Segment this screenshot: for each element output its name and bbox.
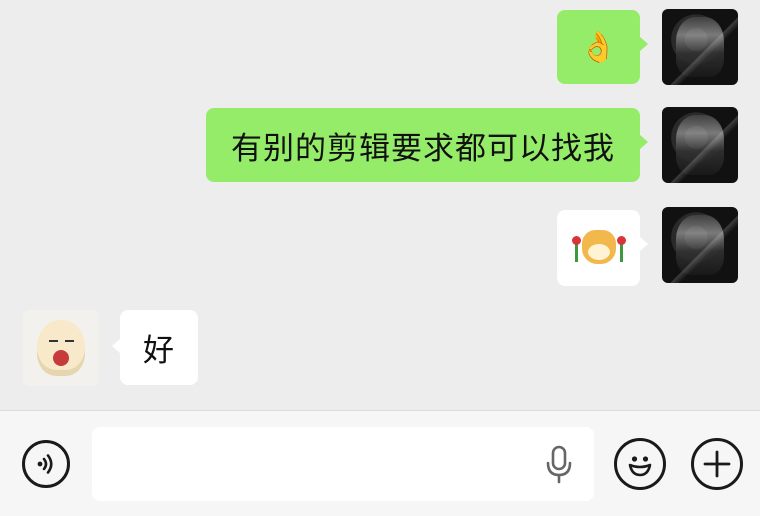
message-bubble-outgoing[interactable]: 👌 [557, 10, 648, 84]
message-text: 好 [143, 333, 175, 369]
emoji-button[interactable] [614, 438, 666, 490]
plus-icon [703, 450, 731, 478]
doge-roses-sticker [571, 228, 626, 268]
microphone-button[interactable] [544, 445, 574, 485]
message-input[interactable] [92, 427, 594, 501]
message-bubble-outgoing[interactable]: 有别的剪辑要求都可以找我 [206, 108, 648, 182]
message-sticker-outgoing[interactable] [557, 210, 648, 286]
contact-avatar[interactable] [23, 310, 99, 386]
microphone-icon [546, 445, 572, 484]
message-text: 有别的剪辑要求都可以找我 [231, 130, 615, 167]
more-options-button[interactable] [691, 438, 743, 490]
input-toolbar [0, 410, 760, 516]
my-avatar[interactable] [662, 207, 738, 283]
ok-hand-emoji: 👌 [579, 29, 618, 65]
message-bubble-incoming[interactable]: 好 [112, 310, 198, 385]
voice-toggle-icon [37, 454, 53, 474]
chat-message-list[interactable]: 👌 有别的剪辑要求都可以找我 好 [0, 0, 760, 410]
my-avatar[interactable] [662, 107, 738, 183]
voice-toggle-button[interactable] [22, 440, 70, 488]
emoji-smiley-icon [628, 456, 652, 477]
my-avatar[interactable] [662, 9, 738, 85]
